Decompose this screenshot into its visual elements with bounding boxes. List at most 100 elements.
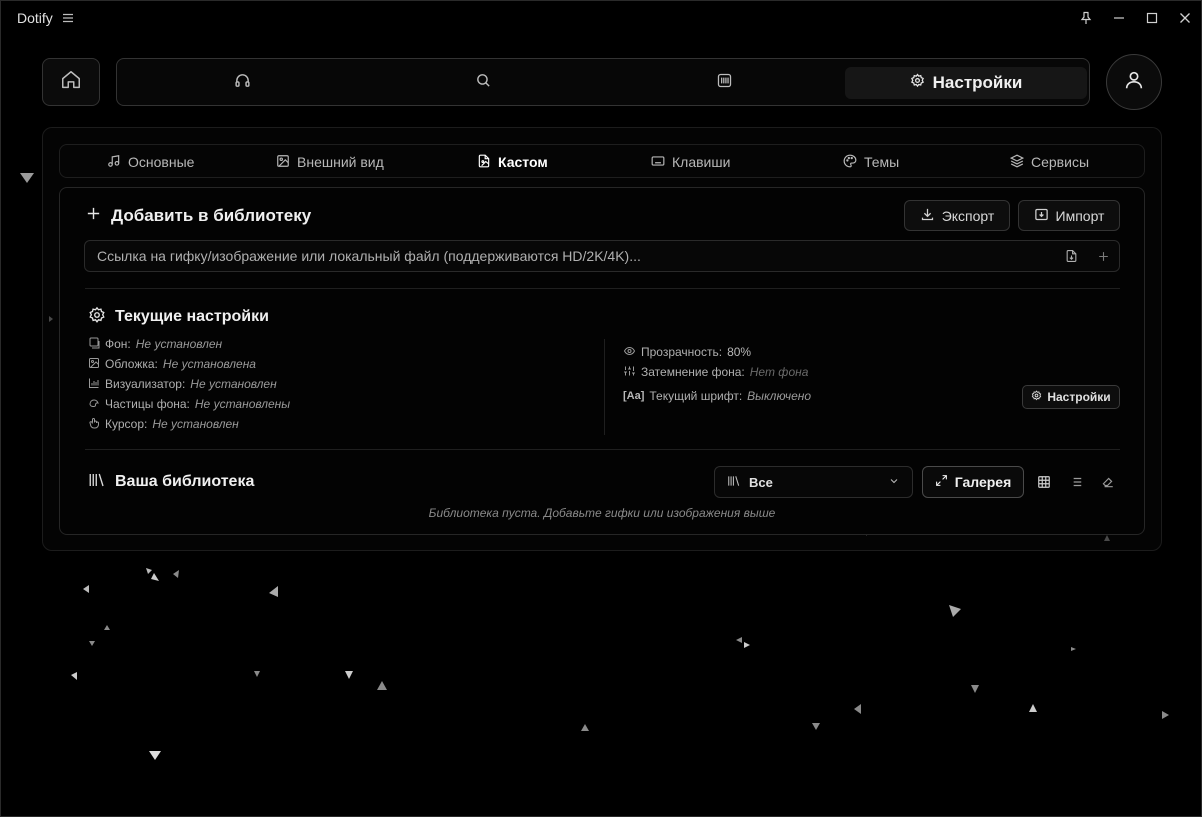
- url-field: [84, 240, 1120, 272]
- close-icon[interactable]: [1168, 1, 1201, 35]
- setting-cursor: Курсор: Не установлен: [88, 416, 239, 432]
- list-view-icon[interactable]: [1067, 473, 1085, 491]
- background-icon: [88, 337, 100, 352]
- setting-value: 80%: [727, 345, 752, 359]
- gallery-label: Галерея: [954, 474, 1012, 490]
- visualizer-icon: [88, 377, 100, 392]
- search-icon: [475, 72, 492, 94]
- add-to-library-heading: Добавить в библиотеку: [85, 205, 311, 227]
- tab-general[interactable]: Основные: [107, 145, 194, 179]
- library-heading: Ваша библиотека: [88, 471, 254, 493]
- setting-value: Нет фона: [749, 365, 809, 379]
- font-settings-button[interactable]: Настройки: [1022, 385, 1120, 409]
- chevron-down-icon: [888, 475, 900, 490]
- image-icon: [276, 154, 290, 171]
- gallery-button[interactable]: Галерея: [922, 466, 1024, 498]
- tab-label: Внешний вид: [297, 154, 384, 170]
- current-settings-title: Текущие настройки: [115, 308, 269, 325]
- palette-icon: [843, 154, 857, 171]
- gear-icon: [88, 306, 106, 329]
- setting-value: Не установлены: [194, 397, 291, 411]
- section-divider: [85, 288, 1120, 289]
- music-note-icon: [107, 154, 121, 171]
- library-empty-message: Библиотека пуста. Добавьте гифки или изо…: [428, 506, 776, 520]
- tab-label: Клавиши: [672, 154, 731, 170]
- media-url-input[interactable]: [85, 241, 1055, 271]
- download-icon: [920, 207, 935, 225]
- setting-label: Текущий шрифт:: [649, 389, 743, 403]
- tab-label: Кастом: [498, 154, 548, 170]
- pin-icon[interactable]: [1069, 1, 1102, 35]
- nav-player-button[interactable]: [217, 67, 267, 99]
- nav-settings-label: Настройки: [932, 73, 1023, 92]
- tab-appearance[interactable]: Внешний вид: [276, 145, 384, 179]
- setting-label: Обложка:: [105, 357, 158, 371]
- setting-dimming: Затемнение фона: Нет фона: [623, 364, 808, 380]
- app-window: Dotify Настройки Основные Внешний вид Ка…: [0, 0, 1202, 817]
- settings-column-divider: [604, 339, 605, 435]
- library-icon: [727, 475, 741, 490]
- section-divider: [85, 449, 1120, 450]
- import-label: Импорт: [1055, 207, 1105, 224]
- library-icon: [88, 472, 106, 493]
- home-button[interactable]: [42, 58, 100, 106]
- tab-themes[interactable]: Темы: [843, 145, 899, 179]
- tab-services[interactable]: Сервисы: [1009, 145, 1090, 179]
- app-name: Dotify: [17, 10, 53, 26]
- expand-icon: [935, 474, 948, 490]
- browse-file-icon[interactable]: [1055, 241, 1087, 271]
- font-badge: [Aa]: [623, 390, 645, 402]
- setting-label: Затемнение фона:: [641, 365, 745, 379]
- setting-background: Фон: Не установлен: [88, 336, 222, 352]
- nav-library-button[interactable]: [699, 67, 749, 99]
- nav-search-button[interactable]: [458, 67, 508, 99]
- export-button[interactable]: Экспорт: [904, 200, 1010, 231]
- tab-custom[interactable]: Кастом: [477, 145, 548, 179]
- library-icon: [716, 72, 733, 94]
- window-controls: [1069, 1, 1201, 35]
- export-label: Экспорт: [941, 207, 995, 224]
- minimize-icon[interactable]: [1102, 1, 1135, 35]
- top-navbar: Настройки: [116, 58, 1090, 106]
- add-to-library-title: Добавить в библиотеку: [111, 206, 312, 225]
- setting-value: Выключено: [747, 389, 812, 403]
- keyboard-icon: [651, 154, 665, 171]
- setting-label: Визуализатор:: [105, 377, 186, 391]
- headphones-icon: [234, 72, 251, 94]
- setting-font: [Aa] Текущий шрифт: Выключено: [623, 388, 811, 404]
- filter-value: Все: [749, 474, 773, 490]
- library-filter-select[interactable]: Все: [714, 466, 913, 498]
- sliders-icon: [623, 365, 636, 380]
- font-settings-label: Настройки: [1047, 390, 1111, 404]
- plus-icon: [85, 205, 102, 227]
- add-url-icon[interactable]: [1087, 241, 1119, 271]
- current-settings-heading: Текущие настройки: [88, 306, 269, 328]
- grid-view-icon[interactable]: [1035, 473, 1053, 491]
- setting-label: Курсор:: [105, 417, 148, 431]
- gear-icon: [1031, 390, 1042, 404]
- cover-icon: [88, 357, 100, 372]
- profile-button[interactable]: [1106, 54, 1162, 110]
- hamburger-menu-icon[interactable]: [62, 11, 74, 25]
- library-title: Ваша библиотека: [115, 473, 255, 490]
- user-icon: [1123, 69, 1145, 96]
- setting-opacity: Прозрачность: 80%: [623, 344, 751, 360]
- custom-file-icon: [477, 154, 491, 171]
- particles-icon: [88, 397, 100, 412]
- setting-label: Фон:: [105, 337, 131, 351]
- nav-settings-button[interactable]: Настройки: [845, 67, 1087, 99]
- settings-tabs: Основные Внешний вид Кастом Клавиши Темы: [59, 144, 1145, 178]
- tab-label: Сервисы: [1031, 154, 1090, 170]
- cursor-icon: [88, 417, 100, 432]
- setting-cover: Обложка: Не установлена: [88, 356, 256, 372]
- home-icon: [60, 69, 82, 96]
- tab-keybinds[interactable]: Клавиши: [651, 145, 730, 179]
- import-button[interactable]: Импорт: [1018, 200, 1120, 231]
- setting-value: Не установлен: [190, 377, 277, 391]
- gear-icon: [910, 73, 925, 93]
- maximize-icon[interactable]: [1135, 1, 1168, 35]
- setting-particles: Частицы фона: Не установлены: [88, 396, 290, 412]
- eraser-icon[interactable]: [1098, 473, 1116, 491]
- setting-value: Не установлен: [135, 337, 223, 351]
- eye-icon: [623, 345, 636, 360]
